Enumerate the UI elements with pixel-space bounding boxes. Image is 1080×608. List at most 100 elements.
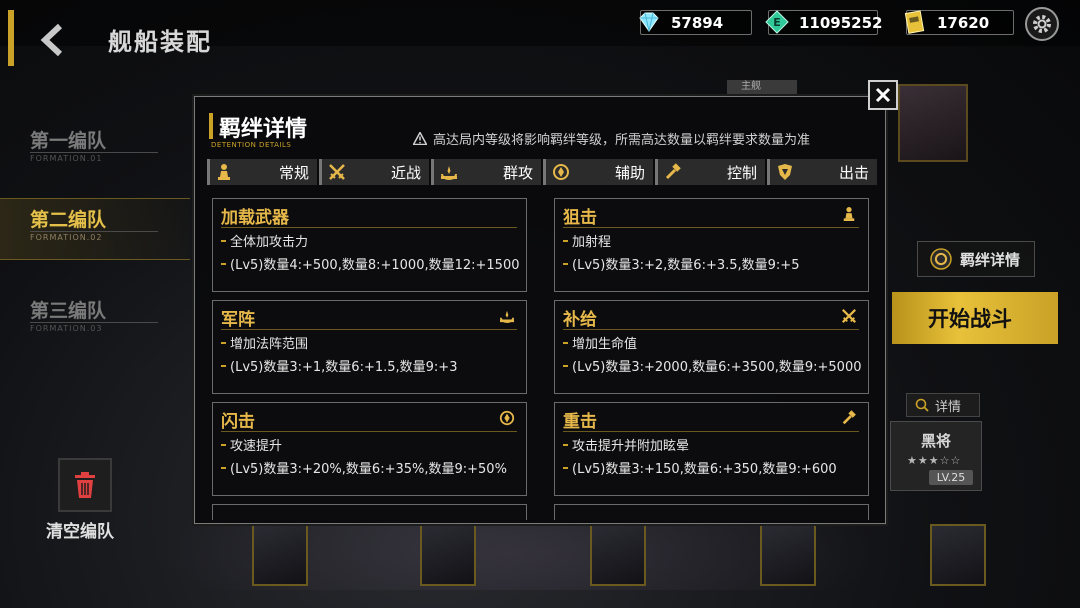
bond-card-stats: (Lv5)数量3:+2000,数量6:+3500,数量9:+5000 [563,356,862,375]
formation-sub: FORMATION.01 [30,154,103,163]
notice-text: 高达局内等级将影响羁绊等级，所需高达数量以羁绊要求数量为准 [433,133,811,148]
bond-card-stats: (Lv5)数量3:+20%,数量6:+35%,数量9:+50% [221,458,507,477]
pilot-thumbnail[interactable] [252,524,308,586]
bullet [221,239,226,242]
bond-card: 军阵 增加法阵范围 (Lv5)数量3:+1,数量6:+1.5,数量9:+3 [212,300,527,394]
back-button[interactable] [28,18,78,62]
bullet [221,262,226,265]
tab-label: 常规 [278,163,309,182]
settings-button[interactable] [1025,7,1059,41]
pilot-thumbnail[interactable] [760,524,816,586]
formation-1[interactable]: 第一编队 FORMATION.01 [0,120,190,182]
trash-icon [75,472,95,498]
tab-control[interactable]: 控制 [655,159,765,185]
modal-title: 羁绊详情 [219,117,308,142]
burst-icon [441,166,457,180]
support-icon [498,409,516,427]
bond-card: 重击 攻击提升并附加眩晕 (Lv5)数量3:+150,数量6:+350,数量9:… [554,402,869,496]
tab-label: 控制 [726,163,757,182]
crossed-swords-icon [329,164,345,180]
tab-melee[interactable]: 近战 [319,159,429,185]
modal-notice: 高达局内等级将影响羁绊等级，所需高达数量以羁绊要求数量为准 [413,129,810,148]
bond-card-desc: 增加法阵范围 [221,333,308,352]
bullet [221,341,226,344]
bond-card-desc: 全体加攻击力 [221,231,308,250]
support-icon [553,164,569,180]
bond-card-title: 军阵 [221,310,255,330]
bond-card: 补给 增加生命值 (Lv5)数量3:+2000,数量6:+3500,数量9:+5… [554,300,869,394]
shield-icon [778,164,792,180]
page-title: 舰船装配 [108,28,212,56]
bond-card-desc: 攻击提升并附加眩晕 [563,435,689,454]
detail-label: 详情 [935,399,962,415]
ship-name: 黑将 [921,432,952,450]
currency-ticket[interactable]: 17620 [904,10,1014,35]
bond-type-tabs: 常规 近战 群攻 辅助 控制 出击 [207,159,877,185]
svg-text:E: E [773,16,781,29]
captain-portrait[interactable] [898,84,968,162]
tab-sortie[interactable]: 出击 [767,159,877,185]
bond-card-divider [221,431,517,432]
ship-level: LV.25 [929,470,973,485]
pilot-thumbnail[interactable] [930,524,986,586]
currency-e-coin[interactable]: E 11095252 [765,10,883,35]
bond-card-divider [563,329,859,330]
tab-support[interactable]: 辅助 [543,159,653,185]
title-accent [209,113,213,139]
pilot-thumbnail[interactable] [420,524,476,586]
formation-divider [30,231,158,232]
pilot-thumbnail[interactable] [590,524,646,586]
formation-divider [30,152,158,153]
bullet [563,239,568,242]
bond-card-title: 闪击 [221,412,255,432]
hammer-icon [665,163,681,180]
bond-detail-button[interactable]: 羁绊详情 [917,241,1035,277]
bond-icon [930,248,952,270]
bond-card-stats: (Lv5)数量3:+1,数量6:+1.5,数量9:+3 [221,356,457,375]
bond-card-stats: (Lv5)数量3:+150,数量6:+350,数量9:+600 [563,458,837,477]
currency-value: 57894 [671,13,724,32]
bond-card-desc: 加射程 [563,231,611,250]
formation-3[interactable]: 第三编队 FORMATION.03 [0,290,190,352]
close-button[interactable] [868,80,898,110]
tab-regular[interactable]: 常规 [207,159,317,185]
bullet [221,466,226,469]
tab-label: 辅助 [614,163,645,182]
formation-name: 第三编队 [30,300,107,322]
back-accent-bar [8,10,14,66]
pawn-icon [218,164,230,180]
tab-aoe[interactable]: 群攻 [431,159,541,185]
burst-icon [498,307,516,325]
warning-icon [413,132,427,145]
clear-formation-label: 清空编队 [46,522,114,542]
bond-card-title: 狙击 [563,208,597,228]
bond-card-partial [212,504,527,520]
formation-divider [30,322,158,323]
ticket-icon [901,8,929,36]
currency-diamond[interactable]: 57894 [639,10,752,35]
bullet [563,443,568,446]
bond-card-stats-text: (Lv5)数量4:+500,数量8:+1000,数量12:+1500 [230,258,520,273]
bond-card-stats: (Lv5)数量3:+2,数量6:+3.5,数量9:+5 [563,254,799,273]
bullet [563,341,568,344]
bond-card-desc-text: 全体加攻击力 [230,235,309,250]
bond-card: 闪击 攻速提升 (Lv5)数量3:+20%,数量6:+35%,数量9:+50% [212,402,527,496]
pawn-icon [840,205,858,223]
detail-button[interactable]: 详情 [906,393,980,417]
hammer-icon [840,409,858,427]
bond-card-stats-text: (Lv5)数量3:+2,数量6:+3.5,数量9:+5 [572,258,800,273]
bond-detail-label: 羁绊详情 [960,250,1021,269]
close-icon [875,87,891,103]
search-icon [915,398,929,412]
bond-card-divider [563,227,859,228]
bond-card-title: 补给 [563,310,597,330]
bond-card-desc-text: 攻击提升并附加眩晕 [572,439,690,454]
bond-card-desc: 增加生命值 [563,333,637,352]
modal-subtitle: DETENTION DETAILS [211,141,292,149]
diamond-icon [635,8,663,36]
start-battle-button[interactable]: 开始战斗 [892,292,1058,344]
formation-2[interactable]: 第二编队 FORMATION.02 [0,198,190,260]
clear-formation-button[interactable] [58,458,112,512]
bond-card-title: 加载武器 [221,208,289,228]
ship-card[interactable]: 黑将 ★★★☆☆ LV.25 [890,421,982,491]
